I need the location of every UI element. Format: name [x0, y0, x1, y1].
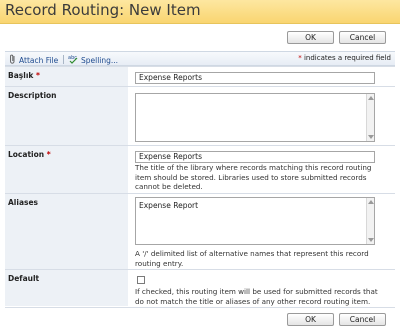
aliases-textarea[interactable]: Expense Report: [135, 197, 375, 245]
description-label: Description: [8, 91, 57, 100]
title-bar: Record Routing: New Item: [0, 0, 400, 24]
location-row: Location * Expense Reports The title of …: [5, 145, 395, 193]
toolbar-separator: [63, 55, 64, 64]
aliases-row: Aliases Expense Report A '/' delimited l…: [5, 193, 395, 269]
description-textarea[interactable]: [135, 93, 375, 142]
aliases-help-text: A '/' delimited list of alternative name…: [135, 249, 369, 268]
aliases-value: Expense Report: [139, 201, 199, 210]
title-row: Başlık * Expense Reports: [5, 66, 395, 86]
spelling-label: Spelling...: [81, 55, 119, 65]
spellcheck-icon: abc: [68, 54, 78, 66]
scroll-down-icon[interactable]: [368, 238, 374, 242]
default-label: Default: [8, 274, 40, 283]
default-row: Default If checked, this routing item wi…: [5, 269, 395, 306]
required-star: *: [298, 54, 302, 62]
description-scrollbar[interactable]: [366, 94, 374, 141]
description-row: Description: [5, 86, 395, 145]
cancel-button-top[interactable]: Cancel: [339, 31, 386, 44]
attach-file-label: Attach File: [19, 55, 59, 65]
svg-text:abc: abc: [68, 55, 77, 61]
form-toolbar: Attach File abc Spelling... * indicates …: [5, 51, 395, 66]
cancel-button-bottom[interactable]: Cancel: [339, 313, 386, 326]
title-label: Başlık *: [8, 71, 40, 80]
attach-file-button[interactable]: Attach File: [9, 54, 58, 66]
title-input[interactable]: Expense Reports: [135, 72, 375, 84]
form-bottom-divider: [5, 307, 395, 308]
location-label: Location *: [8, 150, 51, 159]
required-star: *: [36, 71, 40, 80]
spelling-button[interactable]: abc Spelling...: [68, 54, 118, 66]
ok-button-bottom[interactable]: OK: [287, 313, 334, 326]
default-help-text: If checked, this routing item will be us…: [135, 287, 378, 306]
default-checkbox[interactable]: [137, 276, 145, 284]
required-star: *: [46, 150, 51, 159]
required-field-note: * indicates a required field: [298, 54, 391, 62]
aliases-label: Aliases: [8, 198, 39, 207]
aliases-scrollbar[interactable]: [366, 198, 374, 244]
scroll-up-icon[interactable]: [368, 96, 374, 100]
location-input[interactable]: Expense Reports: [135, 151, 375, 163]
paperclip-icon: [9, 54, 16, 66]
page-title: Record Routing: New Item: [5, 1, 201, 19]
required-note-text: indicates a required field: [303, 54, 391, 62]
scroll-up-icon[interactable]: [368, 200, 374, 204]
scroll-down-icon[interactable]: [368, 135, 374, 139]
ok-button-top[interactable]: OK: [287, 31, 334, 44]
location-help-text: The title of the library where records m…: [135, 163, 372, 191]
